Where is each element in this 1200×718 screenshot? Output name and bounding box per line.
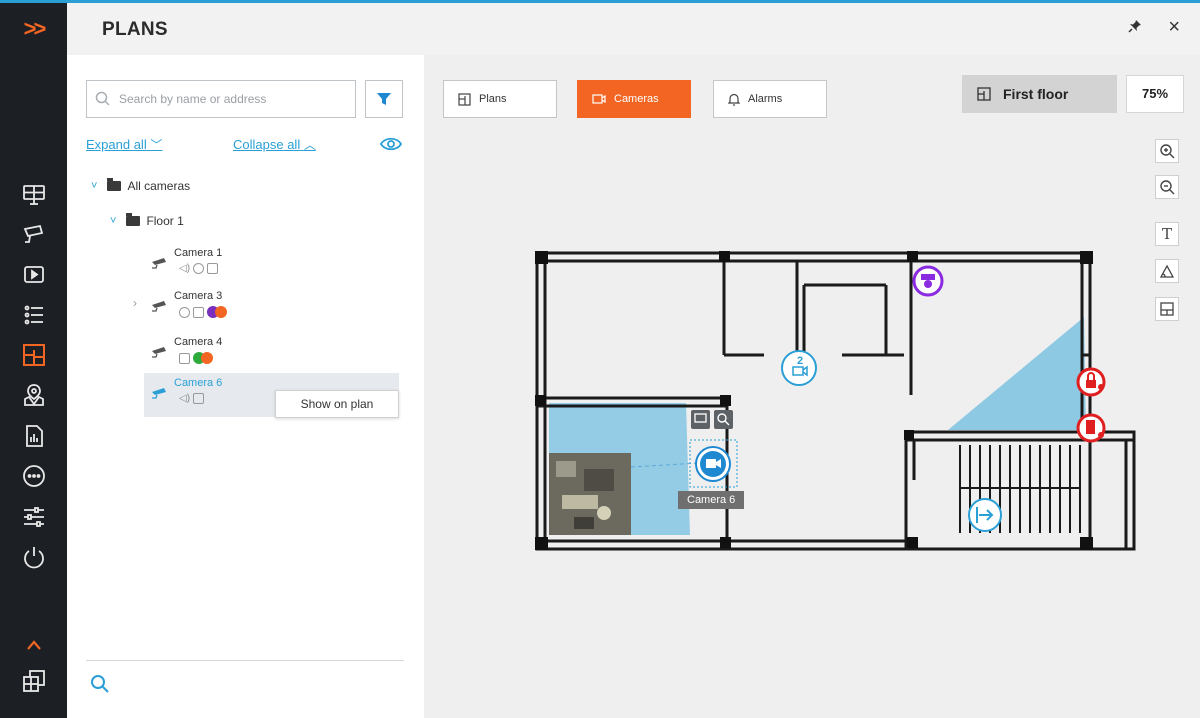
camera-tree-panel: Search by name or address Expand all ﹀ C…: [67, 55, 424, 718]
status-dot-orange: [201, 352, 213, 364]
tree-item-camera-4[interactable]: Camera 4: [147, 332, 397, 372]
camera-name: Camera 1: [174, 247, 223, 259]
expand-all-label: Expand all: [86, 137, 147, 152]
camera-fov-area-right: [948, 317, 1086, 430]
chevron-up-small-icon: ︿: [303, 138, 316, 152]
camera-label: Camera 6: [678, 491, 745, 509]
archive-icon[interactable]: [18, 258, 50, 290]
tree-node-label: All cameras: [127, 179, 191, 193]
collapse-node-icon[interactable]: ˅: [110, 215, 116, 227]
camera-icon: [152, 347, 166, 358]
windows-icon[interactable]: [18, 665, 50, 697]
floor-plan[interactable]: 2: [424, 55, 1200, 718]
filter-icon: [377, 93, 391, 105]
camera-icon: [152, 258, 166, 269]
camera-icon: [152, 388, 166, 399]
alarm-lock-marker: [1076, 367, 1106, 397]
expand-node-icon[interactable]: ›: [133, 296, 137, 310]
camera-group-count: 2: [797, 355, 803, 367]
expand-all-link[interactable]: Expand all ﹀: [86, 136, 162, 153]
window-top-accent: [0, 0, 1200, 3]
camera-badges: ◁): [179, 393, 205, 404]
search-icon[interactable]: [89, 673, 111, 695]
close-button[interactable]: ×: [1168, 16, 1180, 39]
camera-icon: [152, 301, 166, 312]
selected-camera-marker: [695, 446, 731, 482]
speaker-icon: ◁): [179, 393, 191, 404]
report-icon[interactable]: [18, 420, 50, 452]
folder-icon: [107, 178, 122, 191]
search-placeholder: Search by name or address: [119, 92, 267, 106]
collapse-all-label: Collapse all: [233, 137, 301, 152]
camera-name: Camera 3: [174, 290, 223, 302]
camera-name: Camera 6: [174, 377, 223, 389]
ptz-camera-marker: [912, 265, 944, 297]
list-icon[interactable]: [18, 299, 50, 331]
plan-view: Plans Cameras Alarms First floor 75% T 2…: [424, 55, 1200, 718]
window-header: PLANS ×: [67, 3, 1200, 55]
show-on-plan-button[interactable]: Show on plan: [275, 390, 399, 418]
camera-icon[interactable]: [18, 218, 50, 250]
more-icon[interactable]: [18, 460, 50, 492]
camera-badges: ◁): [179, 263, 219, 274]
io-icon: [207, 263, 219, 274]
expand-rail-button[interactable]: >>: [0, 11, 67, 47]
search-icon: [95, 91, 110, 106]
map-icon[interactable]: [18, 379, 50, 411]
status-dot-orange: [215, 306, 227, 318]
exit-marker: [968, 498, 1002, 532]
camera-badges: [179, 352, 213, 364]
alarm-door-marker: [1076, 413, 1106, 443]
plans-icon[interactable]: [18, 339, 50, 371]
collapse-node-icon[interactable]: ˅: [91, 180, 97, 192]
tree-node-label: Floor 1: [146, 214, 184, 228]
folder-icon: [126, 213, 141, 226]
eye-icon[interactable]: [380, 136, 402, 152]
tree-node-all-cameras[interactable]: ˅ All cameras: [91, 178, 191, 193]
tree-item-camera-1[interactable]: Camera 1 ◁): [147, 243, 397, 283]
chevron-down-icon: ﹀: [150, 138, 163, 152]
tree-node-floor-1[interactable]: ˅ Floor 1: [110, 213, 184, 228]
search-button: [714, 410, 733, 429]
camera-badges: [179, 306, 227, 318]
page-title: PLANS: [102, 19, 168, 40]
search-input[interactable]: Search by name or address: [86, 80, 356, 118]
divider: [86, 660, 404, 661]
io-icon: [193, 393, 205, 404]
ptz-icon: [179, 306, 190, 318]
tree-item-camera-3[interactable]: Camera 3: [147, 286, 397, 326]
io-icon: [193, 306, 204, 318]
power-icon[interactable]: [18, 541, 50, 573]
pin-icon[interactable]: [1128, 19, 1142, 38]
collapse-all-link[interactable]: Collapse all ︿: [233, 136, 316, 153]
chevron-up-icon[interactable]: [18, 635, 50, 655]
speaker-icon: ◁): [179, 263, 191, 274]
io-icon: [179, 352, 190, 364]
ptz-icon: [193, 263, 205, 274]
monitor-button: [691, 410, 710, 429]
settings-icon[interactable]: [18, 501, 50, 533]
filter-button[interactable]: [365, 80, 403, 118]
monitor-icon[interactable]: [18, 179, 50, 211]
camera-name: Camera 4: [174, 336, 223, 348]
navigation-rail: >>: [0, 3, 67, 718]
